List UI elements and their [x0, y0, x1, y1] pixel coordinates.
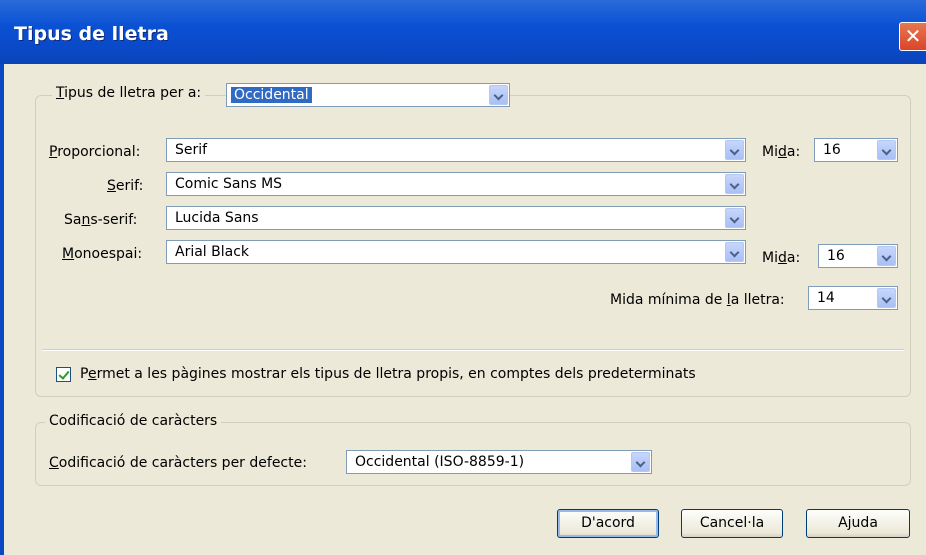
ok-button[interactable]: D'acord — [557, 509, 659, 538]
serif-value: Comic Sans MS — [175, 176, 283, 192]
min-size-label: Mida mínima de la lletra: — [610, 292, 785, 308]
font-dialog: Tipus de lletra ✕ Tipus de lletra per a:… — [0, 0, 926, 555]
chevron-down-icon[interactable] — [631, 452, 650, 472]
monospace-select[interactable]: Arial Black — [166, 240, 746, 264]
window-title: Tipus de lletra — [14, 23, 169, 45]
chevron-down-icon[interactable] — [725, 242, 744, 262]
proportional-value: Serif — [175, 142, 208, 158]
mono-size-label: Mida: — [762, 250, 801, 266]
fonts-for-label: Tipus de lletra per a: — [52, 85, 206, 101]
chevron-down-icon[interactable] — [877, 288, 896, 308]
encoding-label: Codificació de caràcters per defecte: — [49, 455, 307, 471]
chevron-down-icon[interactable] — [725, 208, 744, 228]
chevron-down-icon[interactable] — [725, 140, 744, 160]
serif-select[interactable]: Comic Sans MS — [166, 172, 746, 196]
min-size-value: 14 — [817, 290, 835, 306]
close-button[interactable]: ✕ — [899, 22, 926, 51]
monospace-value: Arial Black — [175, 244, 250, 260]
sans-serif-label: Sans-serif: — [64, 212, 138, 228]
sans-serif-select[interactable]: Lucida Sans — [166, 206, 746, 230]
chevron-down-icon[interactable] — [877, 246, 896, 266]
title-bar[interactable]: Tipus de lletra ✕ — [0, 0, 926, 64]
window-border — [0, 64, 4, 555]
monospace-label: Monoespai: — [62, 246, 143, 262]
encoding-value: Occidental (ISO-8859-1) — [355, 454, 525, 470]
sans-serif-value: Lucida Sans — [175, 210, 259, 226]
proportional-select[interactable]: Serif — [166, 138, 746, 162]
chevron-down-icon[interactable] — [877, 140, 896, 160]
proportional-size-value: 16 — [823, 142, 841, 158]
proportional-size-select[interactable]: 16 — [814, 138, 898, 162]
size-label: Mida: — [762, 144, 801, 160]
cancel-button[interactable]: Cancel·la — [681, 509, 783, 538]
monospace-size-value: 16 — [827, 248, 845, 264]
chevron-down-icon[interactable] — [725, 174, 744, 194]
allow-pages-label[interactable]: Permet a les pàgines mostrar els tipus d… — [80, 366, 696, 382]
proportional-label: Proporcional: — [49, 144, 141, 160]
encoding-legend: Codificació de caràcters — [45, 413, 222, 429]
help-button[interactable]: Ajuda — [806, 509, 910, 538]
separator — [42, 349, 904, 351]
chevron-down-icon[interactable] — [489, 85, 508, 105]
min-size-select[interactable]: 14 — [808, 286, 898, 310]
fonts-for-value: Occidental — [231, 87, 312, 103]
encoding-select[interactable]: Occidental (ISO-8859-1) — [346, 450, 652, 474]
close-icon: ✕ — [904, 24, 922, 48]
monospace-size-select[interactable]: 16 — [818, 244, 898, 268]
serif-label: Serif: — [107, 178, 144, 194]
fonts-for-select[interactable]: Occidental — [226, 83, 510, 107]
allow-pages-checkbox[interactable] — [56, 367, 71, 382]
